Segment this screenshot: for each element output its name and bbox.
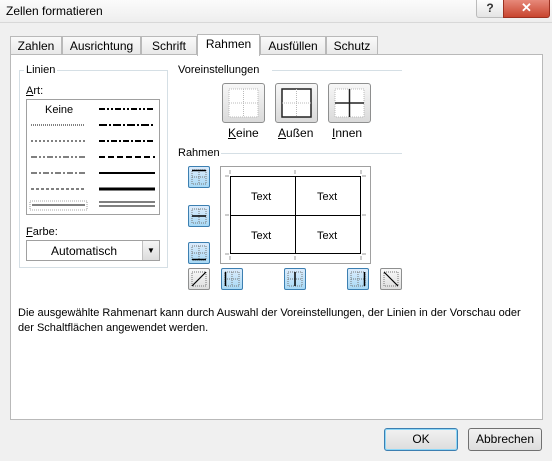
close-button[interactable]: ✕ bbox=[503, 0, 550, 18]
preset-outline-label: Außen bbox=[278, 126, 314, 140]
preset-inside-icon bbox=[334, 88, 365, 118]
tab-ausrichtung[interactable]: Ausrichtung bbox=[62, 36, 141, 55]
preview-grid bbox=[225, 170, 366, 260]
border-inside-vertical-button[interactable] bbox=[284, 268, 306, 290]
ok-button[interactable]: OK bbox=[384, 428, 458, 451]
preview-cell-text: Text bbox=[317, 230, 338, 242]
lines-group-label: Linien bbox=[24, 64, 58, 76]
border-bottom-button[interactable] bbox=[188, 242, 210, 264]
tab-zahlen[interactable]: Zahlen bbox=[10, 36, 62, 55]
preview-cell-text: Text bbox=[317, 191, 338, 203]
color-value: Automatisch bbox=[50, 244, 118, 258]
help-button[interactable]: ? bbox=[476, 0, 504, 18]
preset-none-button[interactable] bbox=[222, 83, 265, 123]
presets-group-label: Voreinstellungen bbox=[178, 64, 260, 76]
info-text: Die ausgewählte Rahmenart kann durch Aus… bbox=[18, 307, 521, 334]
preset-outline-icon bbox=[281, 88, 312, 118]
border-group-label: Rahmen bbox=[178, 147, 220, 159]
line-style-samples[interactable] bbox=[27, 100, 159, 214]
color-label: Farbe: bbox=[26, 226, 58, 238]
window-title: Zellen formatieren bbox=[6, 4, 103, 18]
preset-none-label: Keine bbox=[228, 126, 259, 140]
preview-cell-text: Text bbox=[251, 230, 272, 242]
border-top-button[interactable] bbox=[188, 166, 210, 188]
border-preview[interactable]: Text Text Text Text bbox=[220, 166, 371, 264]
line-style-list[interactable]: Keine bbox=[26, 99, 160, 215]
presets-separator bbox=[272, 70, 402, 71]
tab-rahmen[interactable]: Rahmen bbox=[197, 34, 260, 56]
chevron-down-icon[interactable]: ▼ bbox=[142, 241, 159, 260]
border-diagonal-down-button[interactable] bbox=[380, 268, 402, 290]
border-right-icon bbox=[350, 271, 366, 287]
style-label: Art: bbox=[26, 85, 44, 97]
border-right-button[interactable] bbox=[347, 268, 369, 290]
preset-inside-label: Innen bbox=[332, 126, 363, 140]
tab-ausfuellen[interactable]: Ausfüllen bbox=[260, 36, 326, 55]
diagonal-up-icon bbox=[191, 271, 207, 287]
preset-outline-button[interactable] bbox=[275, 83, 318, 123]
border-left-button[interactable] bbox=[221, 268, 243, 290]
tab-schutz[interactable]: Schutz bbox=[326, 36, 378, 55]
border-inside-horizontal-button[interactable] bbox=[188, 205, 210, 227]
title-bar: Zellen formatieren ? ✕ bbox=[0, 0, 552, 23]
border-top-icon bbox=[191, 169, 207, 185]
color-dropdown[interactable]: Automatisch ▼ bbox=[26, 240, 160, 261]
border-inside-vertical-icon bbox=[287, 271, 303, 287]
border-separator bbox=[221, 153, 402, 154]
cancel-button[interactable]: Abbrechen bbox=[468, 428, 542, 451]
tab-schrift[interactable]: Schrift bbox=[141, 36, 197, 55]
border-inside-horizontal-icon bbox=[191, 208, 207, 224]
diagonal-down-icon bbox=[383, 271, 399, 287]
preset-inside-button[interactable] bbox=[328, 83, 371, 123]
preset-none-icon bbox=[228, 88, 259, 118]
preview-cell-text: Text bbox=[251, 191, 272, 203]
border-diagonal-up-button[interactable] bbox=[188, 268, 210, 290]
border-left-icon bbox=[224, 271, 240, 287]
border-bottom-icon bbox=[191, 245, 207, 261]
